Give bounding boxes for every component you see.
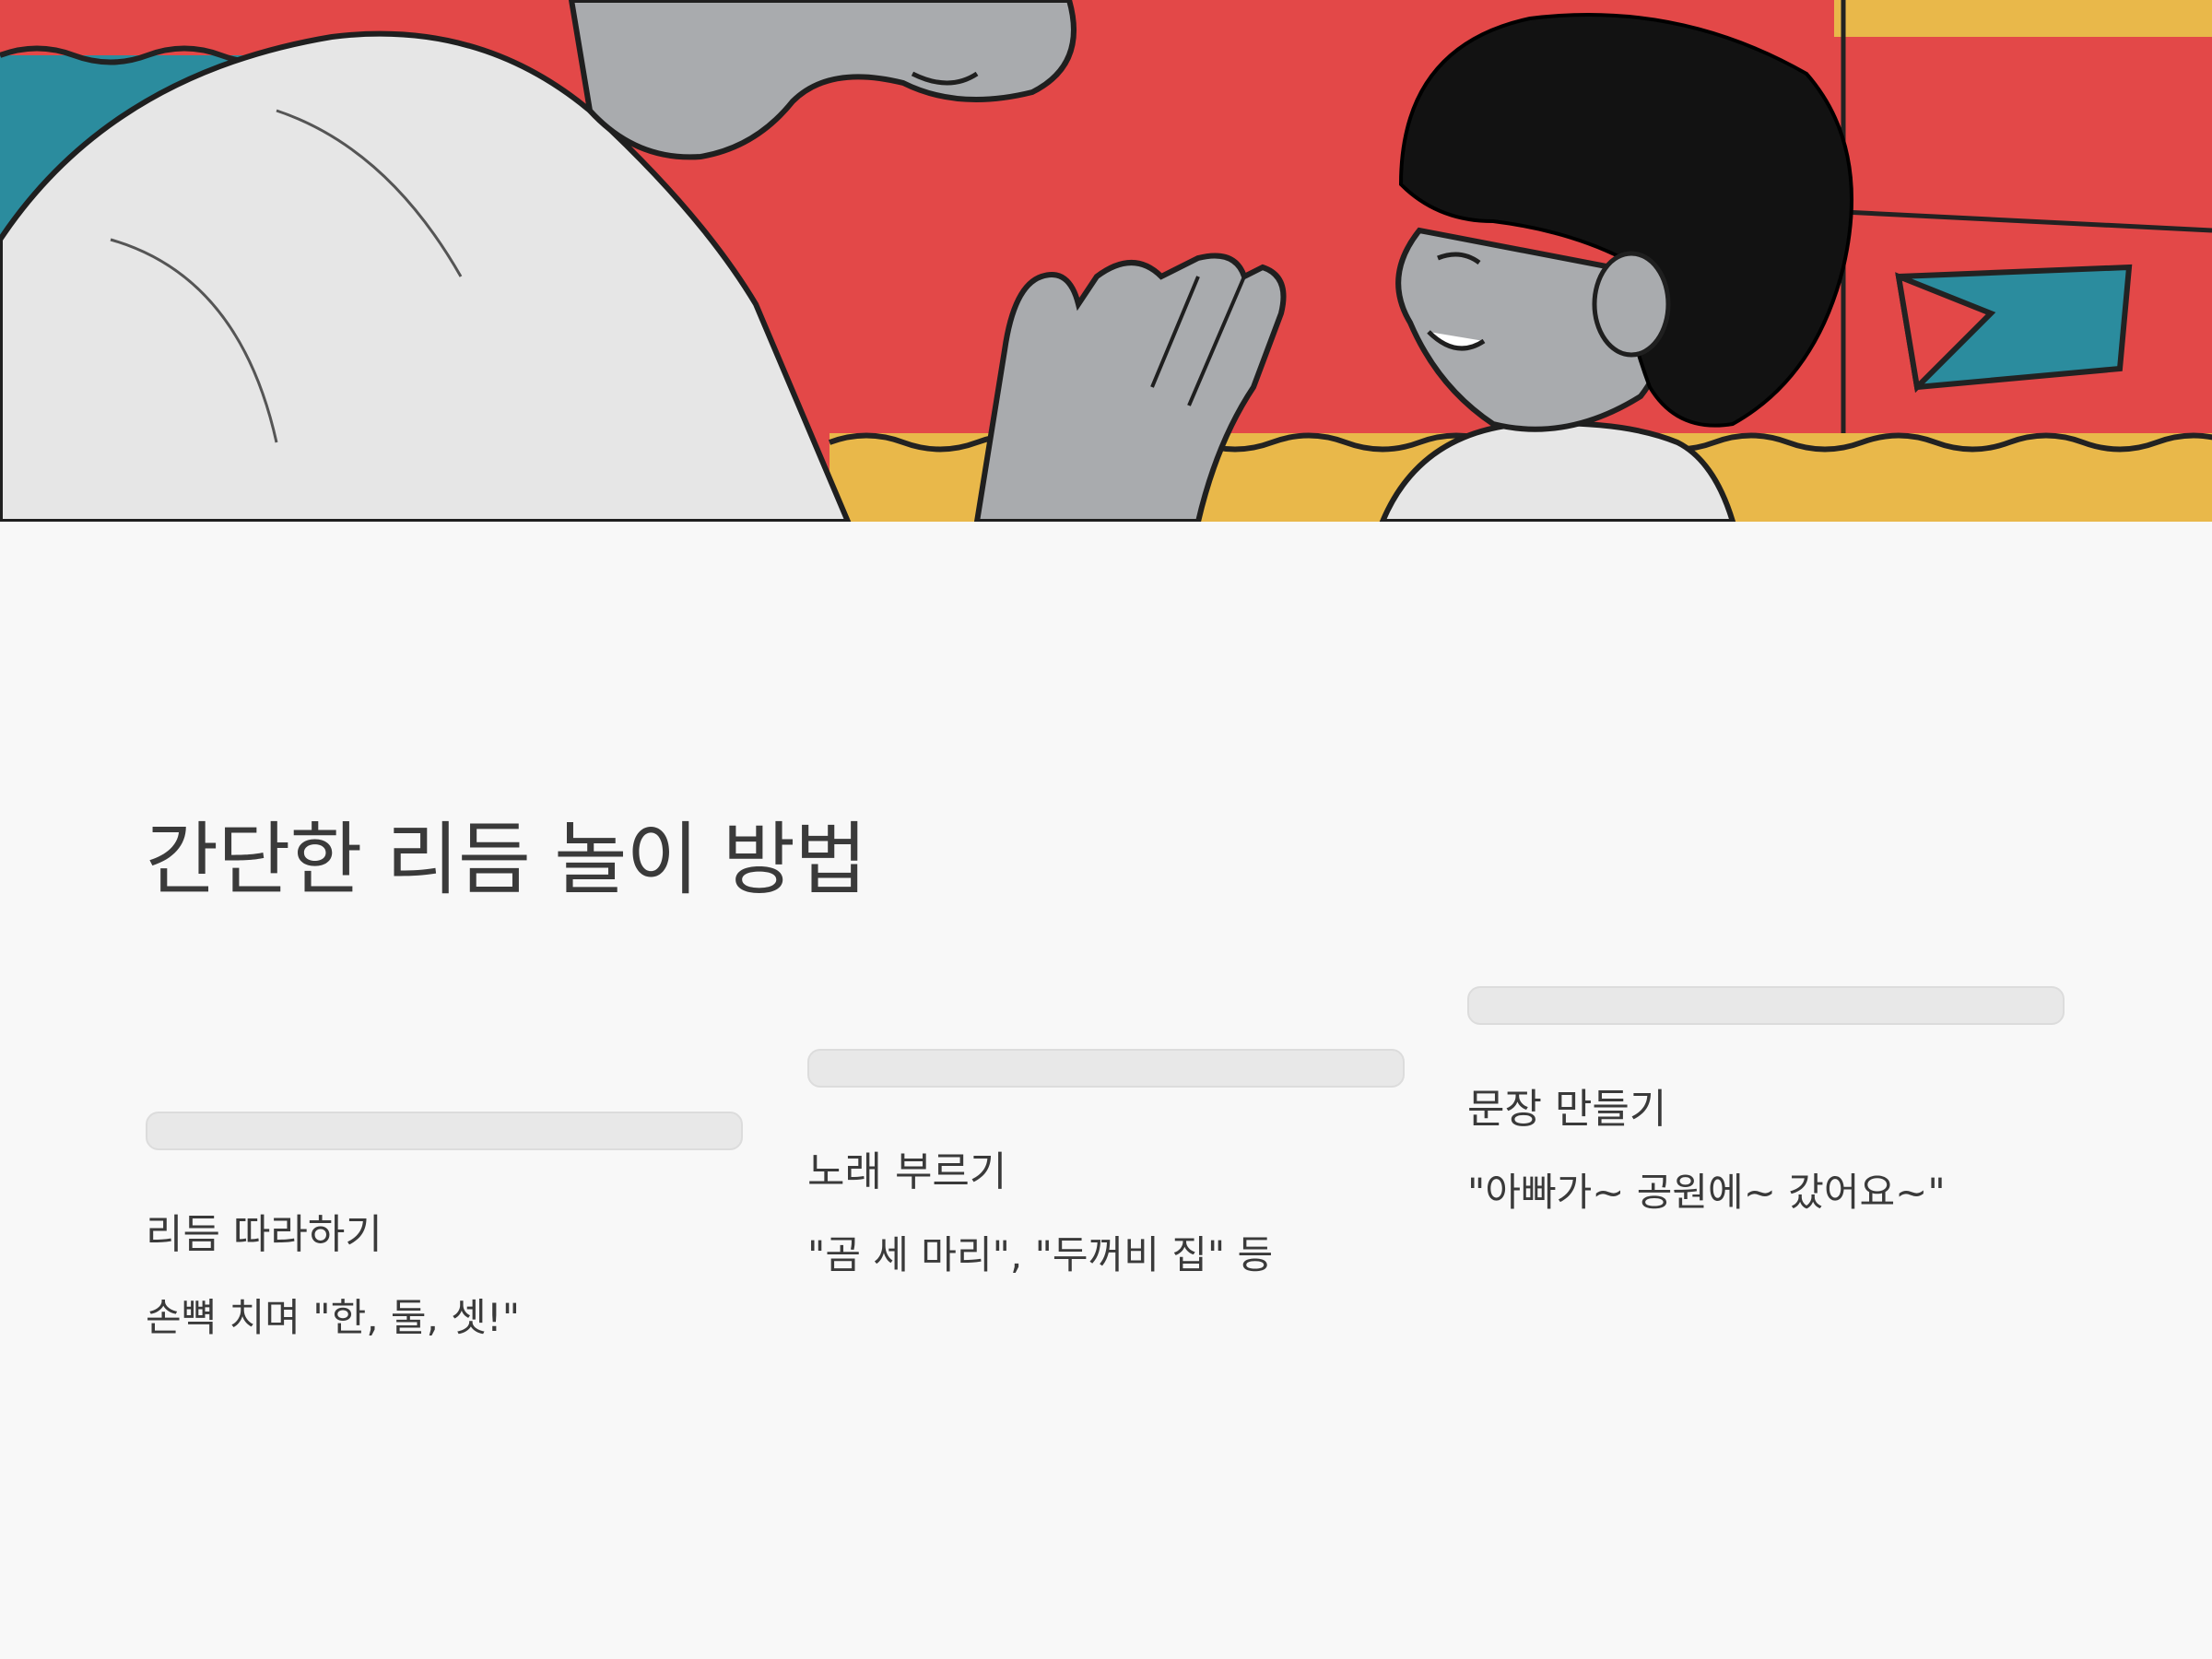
card-title: 노래 부르기 bbox=[807, 1148, 1007, 1195]
card-description: "곰 세 마리", "두꺼비 집" 등 bbox=[807, 1231, 1274, 1277]
card-title: 리듬 따라하기 bbox=[146, 1211, 382, 1258]
card-accent-bar bbox=[807, 1049, 1405, 1088]
hero-illustration bbox=[0, 0, 2212, 522]
card-accent-bar bbox=[1467, 986, 2065, 1025]
page-title: 간단한 리듬 놀이 방법 bbox=[146, 814, 867, 906]
card-description: 손뼉 치며 "한, 둘, 셋!" bbox=[146, 1294, 521, 1340]
rhythm-method-card: 리듬 따라하기 손뼉 치며 "한, 둘, 셋!" bbox=[146, 1112, 745, 1341]
card-title: 문장 만들기 bbox=[1467, 1086, 1667, 1133]
rhythm-method-card: 문장 만들기 "아빠가~ 공원에~ 갔어요~" bbox=[1467, 986, 2066, 1216]
rhythm-method-card: 노래 부르기 "곰 세 마리", "두꺼비 집" 등 bbox=[807, 1049, 1406, 1278]
card-description: "아빠가~ 공원에~ 갔어요~" bbox=[1467, 1169, 1946, 1215]
card-accent-bar bbox=[146, 1112, 743, 1150]
